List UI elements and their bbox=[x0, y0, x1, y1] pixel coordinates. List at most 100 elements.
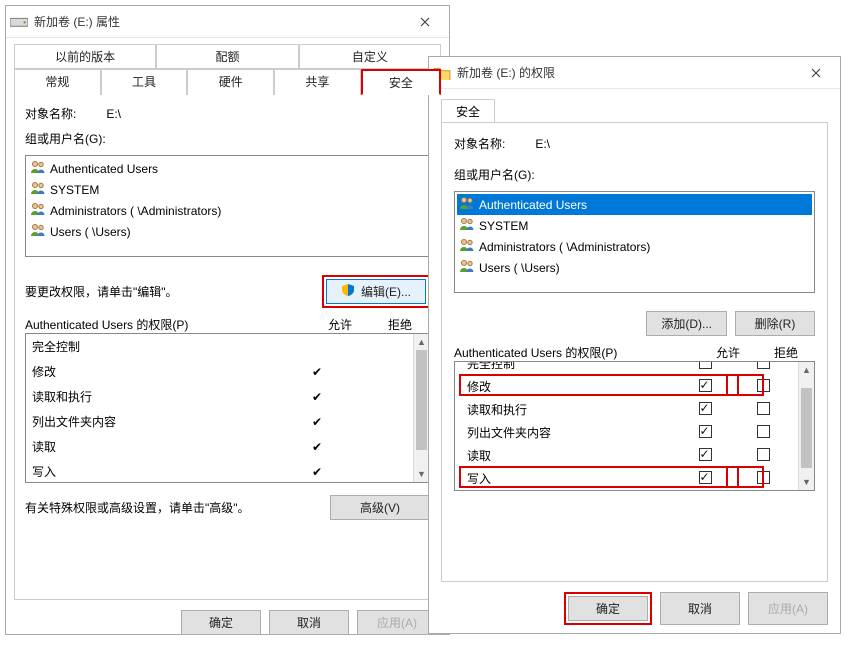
tab-security[interactable]: 安全 bbox=[441, 99, 495, 123]
allow-checkbox[interactable] bbox=[699, 425, 712, 438]
list-item[interactable]: Authenticated Users bbox=[457, 194, 812, 215]
remove-button[interactable]: 删除(R) bbox=[735, 311, 815, 336]
object-name-row: 对象名称: E:\ bbox=[454, 135, 815, 152]
apply-button[interactable]: 应用(A) bbox=[357, 610, 437, 635]
tab-previous-versions[interactable]: 以前的版本 bbox=[14, 44, 156, 69]
list-item[interactable]: Administrators ( \Administrators) bbox=[28, 200, 427, 221]
tabs-row-1: 以前的版本 配额 自定义 bbox=[14, 44, 441, 69]
perm-deny-cell bbox=[734, 379, 792, 395]
allow-checkbox[interactable] bbox=[699, 361, 712, 369]
shield-icon bbox=[341, 283, 355, 300]
perm-allow-cell bbox=[676, 361, 734, 372]
cancel-button[interactable]: 取消 bbox=[660, 592, 740, 625]
check-icon: ✔ bbox=[312, 440, 322, 454]
perm-name: 完全控制 bbox=[32, 338, 287, 355]
perm-name: 修改 bbox=[32, 363, 287, 380]
perm-deny-header: 拒绝 bbox=[757, 344, 815, 361]
scroll-thumb[interactable] bbox=[801, 388, 812, 468]
deny-checkbox[interactable] bbox=[757, 379, 770, 392]
tab-security[interactable]: 安全 bbox=[361, 69, 441, 95]
deny-checkbox[interactable] bbox=[757, 361, 770, 369]
perm-name: 列出文件夹内容 bbox=[467, 424, 676, 441]
scroll-up-icon[interactable]: ▲ bbox=[414, 334, 429, 350]
allow-checkbox[interactable] bbox=[699, 448, 712, 461]
scroll-down-icon[interactable]: ▼ bbox=[414, 466, 429, 482]
list-item[interactable]: Users ( \Users) bbox=[457, 257, 812, 278]
users-icon bbox=[459, 196, 475, 213]
tab-quota[interactable]: 配额 bbox=[156, 44, 298, 69]
groups-listbox[interactable]: Authenticated UsersSYSTEMAdministrators … bbox=[25, 155, 430, 257]
perm-allow-cell bbox=[676, 402, 734, 418]
scroll-down-icon[interactable]: ▼ bbox=[799, 474, 814, 490]
deny-checkbox[interactable] bbox=[757, 425, 770, 438]
advanced-row: 有关特殊权限或高级设置，请单击"高级"。 高级(V) bbox=[25, 495, 430, 520]
perm-allow: ✔ bbox=[287, 415, 347, 429]
ok-button[interactable]: 确定 bbox=[181, 610, 261, 635]
allow-checkbox[interactable] bbox=[699, 471, 712, 484]
perm-name: 读取 bbox=[32, 438, 287, 455]
perm-name: 读取和执行 bbox=[467, 401, 676, 418]
users-icon bbox=[30, 160, 46, 177]
object-name-value: E:\ bbox=[535, 137, 550, 151]
perm-name: 读取 bbox=[467, 447, 676, 464]
perm-name: 写入 bbox=[467, 470, 676, 487]
scroll-thumb[interactable] bbox=[416, 350, 427, 450]
tab-tools[interactable]: 工具 bbox=[101, 69, 188, 95]
list-item[interactable]: Users ( \Users) bbox=[28, 221, 427, 242]
perm-allow-cell bbox=[676, 425, 734, 441]
add-button[interactable]: 添加(D)... bbox=[646, 311, 727, 336]
users-icon bbox=[30, 181, 46, 198]
deny-checkbox[interactable] bbox=[757, 448, 770, 461]
tab-hardware[interactable]: 硬件 bbox=[187, 69, 274, 95]
list-item[interactable]: SYSTEM bbox=[457, 215, 812, 236]
groups-listbox[interactable]: Authenticated UsersSYSTEMAdministrators … bbox=[454, 191, 815, 293]
list-item[interactable]: SYSTEM bbox=[28, 179, 427, 200]
perm-allow: ✔ bbox=[287, 390, 347, 404]
scrollbar[interactable]: ▲ ▼ bbox=[798, 362, 814, 490]
drive-icon bbox=[10, 13, 28, 31]
users-icon bbox=[30, 223, 46, 240]
close-button[interactable] bbox=[405, 7, 445, 37]
scrollbar[interactable]: ▲ ▼ bbox=[413, 334, 429, 482]
deny-checkbox[interactable] bbox=[757, 402, 770, 415]
perm-deny-cell bbox=[734, 361, 792, 372]
perm-row: 列出文件夹内容 bbox=[455, 421, 798, 444]
perm-allow-cell bbox=[676, 471, 734, 487]
perm-name: 修改 bbox=[467, 378, 676, 395]
tab-customize[interactable]: 自定义 bbox=[299, 44, 441, 69]
groups-label: 组或用户名(G): bbox=[25, 130, 430, 147]
ok-button[interactable]: 确定 bbox=[568, 596, 648, 621]
titlebar: 新加卷 (E:) 的权限 bbox=[429, 57, 840, 89]
permissions-window: 新加卷 (E:) 的权限 安全 对象名称: E:\ 组或用户名(G): Auth… bbox=[428, 56, 841, 634]
properties-window: 新加卷 (E:) 属性 以前的版本 配额 自定义 常规 工具 硬件 共享 安全 … bbox=[5, 5, 450, 635]
list-item[interactable]: Authenticated Users bbox=[28, 158, 427, 179]
security-panel: 对象名称: E:\ 组或用户名(G): Authenticated UsersS… bbox=[441, 122, 828, 582]
close-button[interactable] bbox=[796, 58, 836, 88]
perm-allow: ✔ bbox=[287, 465, 347, 479]
perm-name: 写入 bbox=[32, 463, 287, 480]
perm-name: 读取和执行 bbox=[32, 388, 287, 405]
perm-name: 完全控制 bbox=[467, 361, 676, 372]
perm-allow: ✔ bbox=[287, 365, 347, 379]
scroll-up-icon[interactable]: ▲ bbox=[799, 362, 814, 378]
deny-checkbox[interactable] bbox=[757, 471, 770, 484]
perm-header: Authenticated Users 的权限(P) 允许 拒绝 bbox=[454, 344, 815, 361]
cancel-button[interactable]: 取消 bbox=[269, 610, 349, 635]
perm-row: 读取 ✔ bbox=[26, 434, 413, 459]
perm-allow-header: 允许 bbox=[310, 316, 370, 333]
tab-sharing[interactable]: 共享 bbox=[274, 69, 361, 95]
allow-checkbox[interactable] bbox=[699, 379, 712, 392]
edit-button[interactable]: 编辑(E)... bbox=[326, 279, 426, 304]
users-icon bbox=[459, 217, 475, 234]
advanced-button[interactable]: 高级(V) bbox=[330, 495, 430, 520]
window-title: 新加卷 (E:) 属性 bbox=[34, 13, 405, 30]
check-icon: ✔ bbox=[312, 465, 322, 479]
users-icon bbox=[459, 238, 475, 255]
list-item[interactable]: Administrators ( \Administrators) bbox=[457, 236, 812, 257]
tab-general[interactable]: 常规 bbox=[14, 69, 101, 95]
edit-button-label: 编辑(E)... bbox=[361, 283, 411, 300]
perm-row: 读取和执行 bbox=[455, 398, 798, 421]
perm-listbox: 完全控制修改读取和执行列出文件夹内容读取写入 ▲ ▼ bbox=[454, 361, 815, 491]
allow-checkbox[interactable] bbox=[699, 402, 712, 415]
apply-button[interactable]: 应用(A) bbox=[748, 592, 828, 625]
